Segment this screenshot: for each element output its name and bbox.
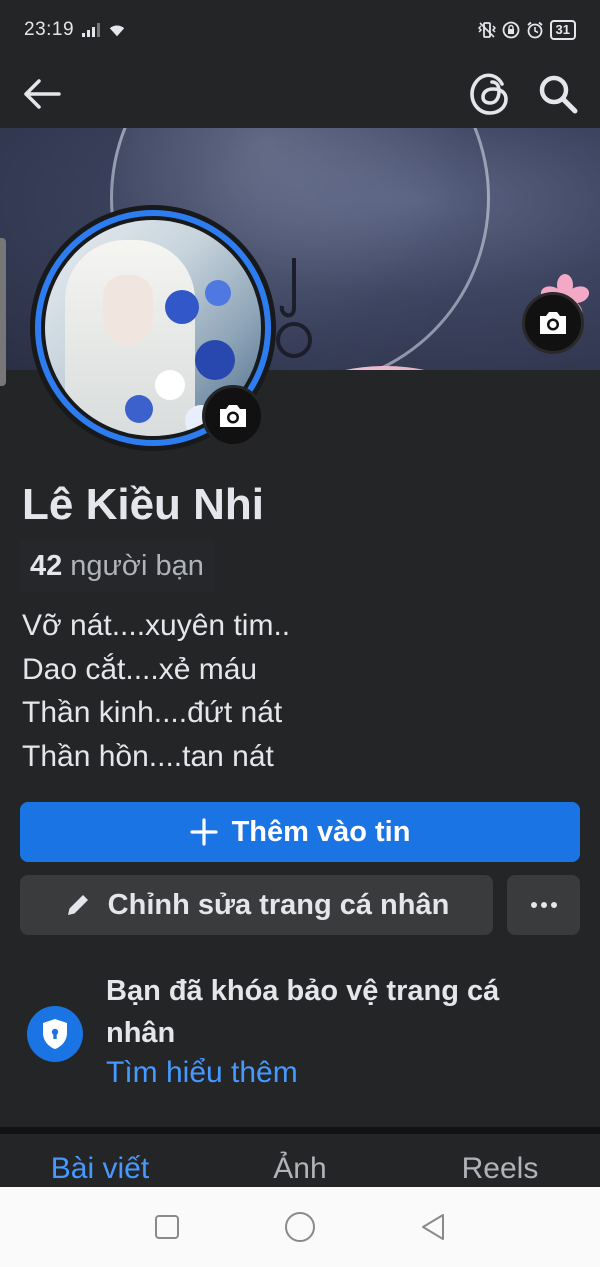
avatar-camera-button[interactable] xyxy=(202,385,264,447)
add-to-story-button[interactable]: Thêm vào tin xyxy=(20,802,580,862)
pencil-icon xyxy=(67,895,88,915)
signal-icon xyxy=(82,21,101,39)
bio-line: Dao cắt....xẻ máu xyxy=(22,652,258,686)
profile-name: Lê Kiều Nhi xyxy=(22,480,265,529)
battery-icon: 31 xyxy=(549,20,576,40)
avatar-art-flower xyxy=(195,340,235,380)
avatar-art-flower xyxy=(165,290,199,324)
threads-icon xyxy=(470,73,508,115)
avatar-art-flower xyxy=(205,280,231,306)
friend-label: người bạn xyxy=(70,549,204,582)
profile-lock-shield-icon xyxy=(27,1006,83,1062)
tab-photos[interactable]: Ảnh xyxy=(200,1134,400,1188)
status-left: 23:19 xyxy=(24,19,126,41)
edit-profile-label: Chỉnh sửa trang cá nhân xyxy=(107,888,450,921)
status-right: 31 xyxy=(477,20,576,40)
circle-icon xyxy=(284,1212,315,1242)
profile-tabs: Bài viết Ảnh Reels xyxy=(0,1134,600,1188)
avatar-art-face xyxy=(103,275,153,345)
camera-icon xyxy=(220,405,246,427)
search-button[interactable] xyxy=(534,70,582,118)
bio-line: Thần hồn....tan nát xyxy=(22,739,274,773)
profile-lock-title: Bạn đã khóa bảo vệ trang cá nhân xyxy=(106,975,500,1049)
more-dots-icon xyxy=(530,902,557,908)
back-button[interactable] xyxy=(18,70,66,118)
section-divider xyxy=(0,1127,600,1134)
edit-profile-button[interactable]: Chỉnh sửa trang cá nhân xyxy=(20,875,493,935)
cover-camera-button[interactable] xyxy=(522,292,584,354)
status-bar: 23:19 31 xyxy=(0,0,600,60)
friends-count-link[interactable]: 42 người bạn xyxy=(20,540,214,592)
tab-posts[interactable]: Bài viết xyxy=(0,1134,200,1188)
triangle-back-icon xyxy=(422,1214,445,1240)
side-scroll-handle[interactable] xyxy=(0,238,6,386)
add-to-story-label: Thêm vào tin xyxy=(231,815,411,848)
bio-line: Thần kinh....đứt nát xyxy=(22,696,283,729)
avatar-art-flower xyxy=(125,395,153,423)
camera-icon xyxy=(540,312,566,334)
top-nav xyxy=(0,60,600,128)
alarm-icon xyxy=(526,21,544,39)
tab-reels[interactable]: Reels xyxy=(400,1134,600,1188)
avatar-art-flower xyxy=(155,370,185,400)
search-icon xyxy=(539,75,578,114)
plus-icon xyxy=(189,818,218,846)
back-nav-button[interactable] xyxy=(413,1207,453,1247)
top-nav-actions xyxy=(466,70,582,118)
system-navigation-bar xyxy=(0,1187,600,1267)
bio-line: Vỡ nát....xuyên tim.. xyxy=(22,609,291,642)
lock-rotation-icon xyxy=(502,21,520,39)
friend-count: 42 xyxy=(30,549,63,582)
vibrate-icon xyxy=(477,21,496,39)
home-button[interactable] xyxy=(280,1207,320,1247)
square-icon xyxy=(154,1215,179,1239)
threads-button[interactable] xyxy=(466,70,514,118)
recent-apps-button[interactable] xyxy=(147,1207,187,1247)
learn-more-link[interactable]: Tìm hiểu thêm xyxy=(106,1056,298,1090)
more-options-button[interactable] xyxy=(507,875,580,935)
profile-bio: Vỡ nát....xuyên tim.. Dao cắt....xẻ máu … xyxy=(22,604,290,778)
wifi-icon xyxy=(108,21,126,39)
back-arrow-icon xyxy=(24,79,61,109)
status-time: 23:19 xyxy=(24,19,75,40)
